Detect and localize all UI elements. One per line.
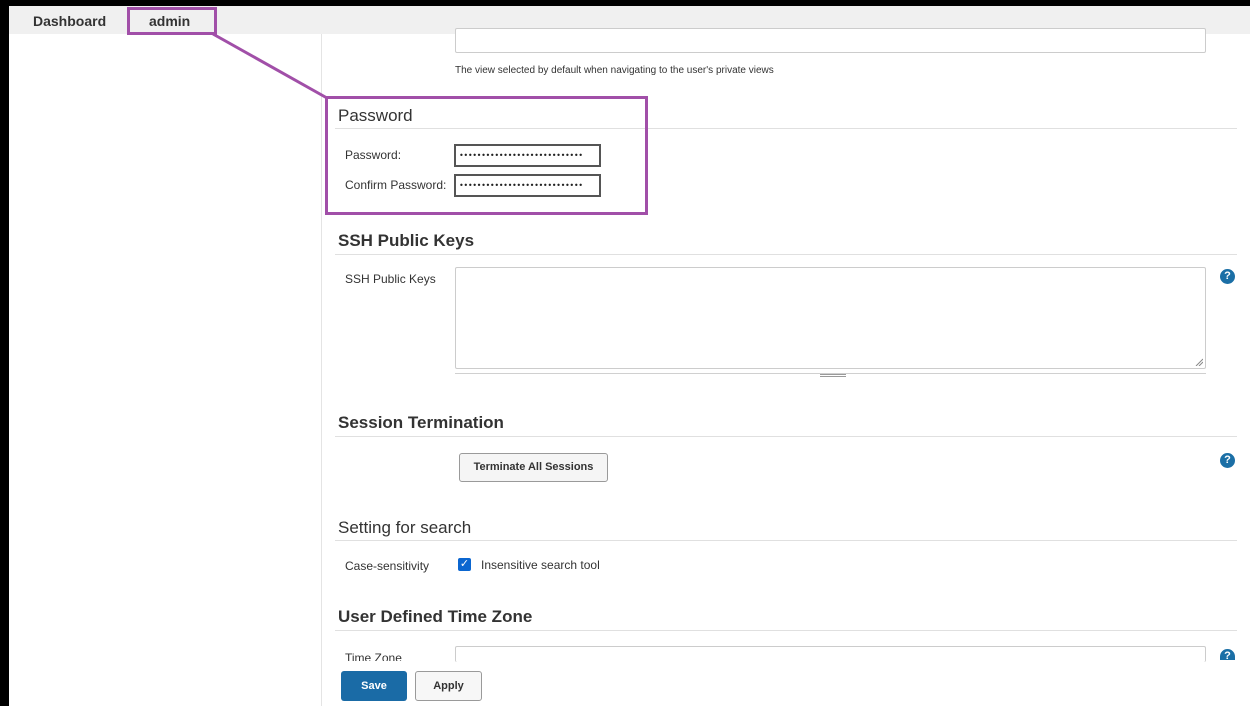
admin-highlight-box: [127, 7, 217, 35]
password-highlight-box: [325, 96, 648, 215]
